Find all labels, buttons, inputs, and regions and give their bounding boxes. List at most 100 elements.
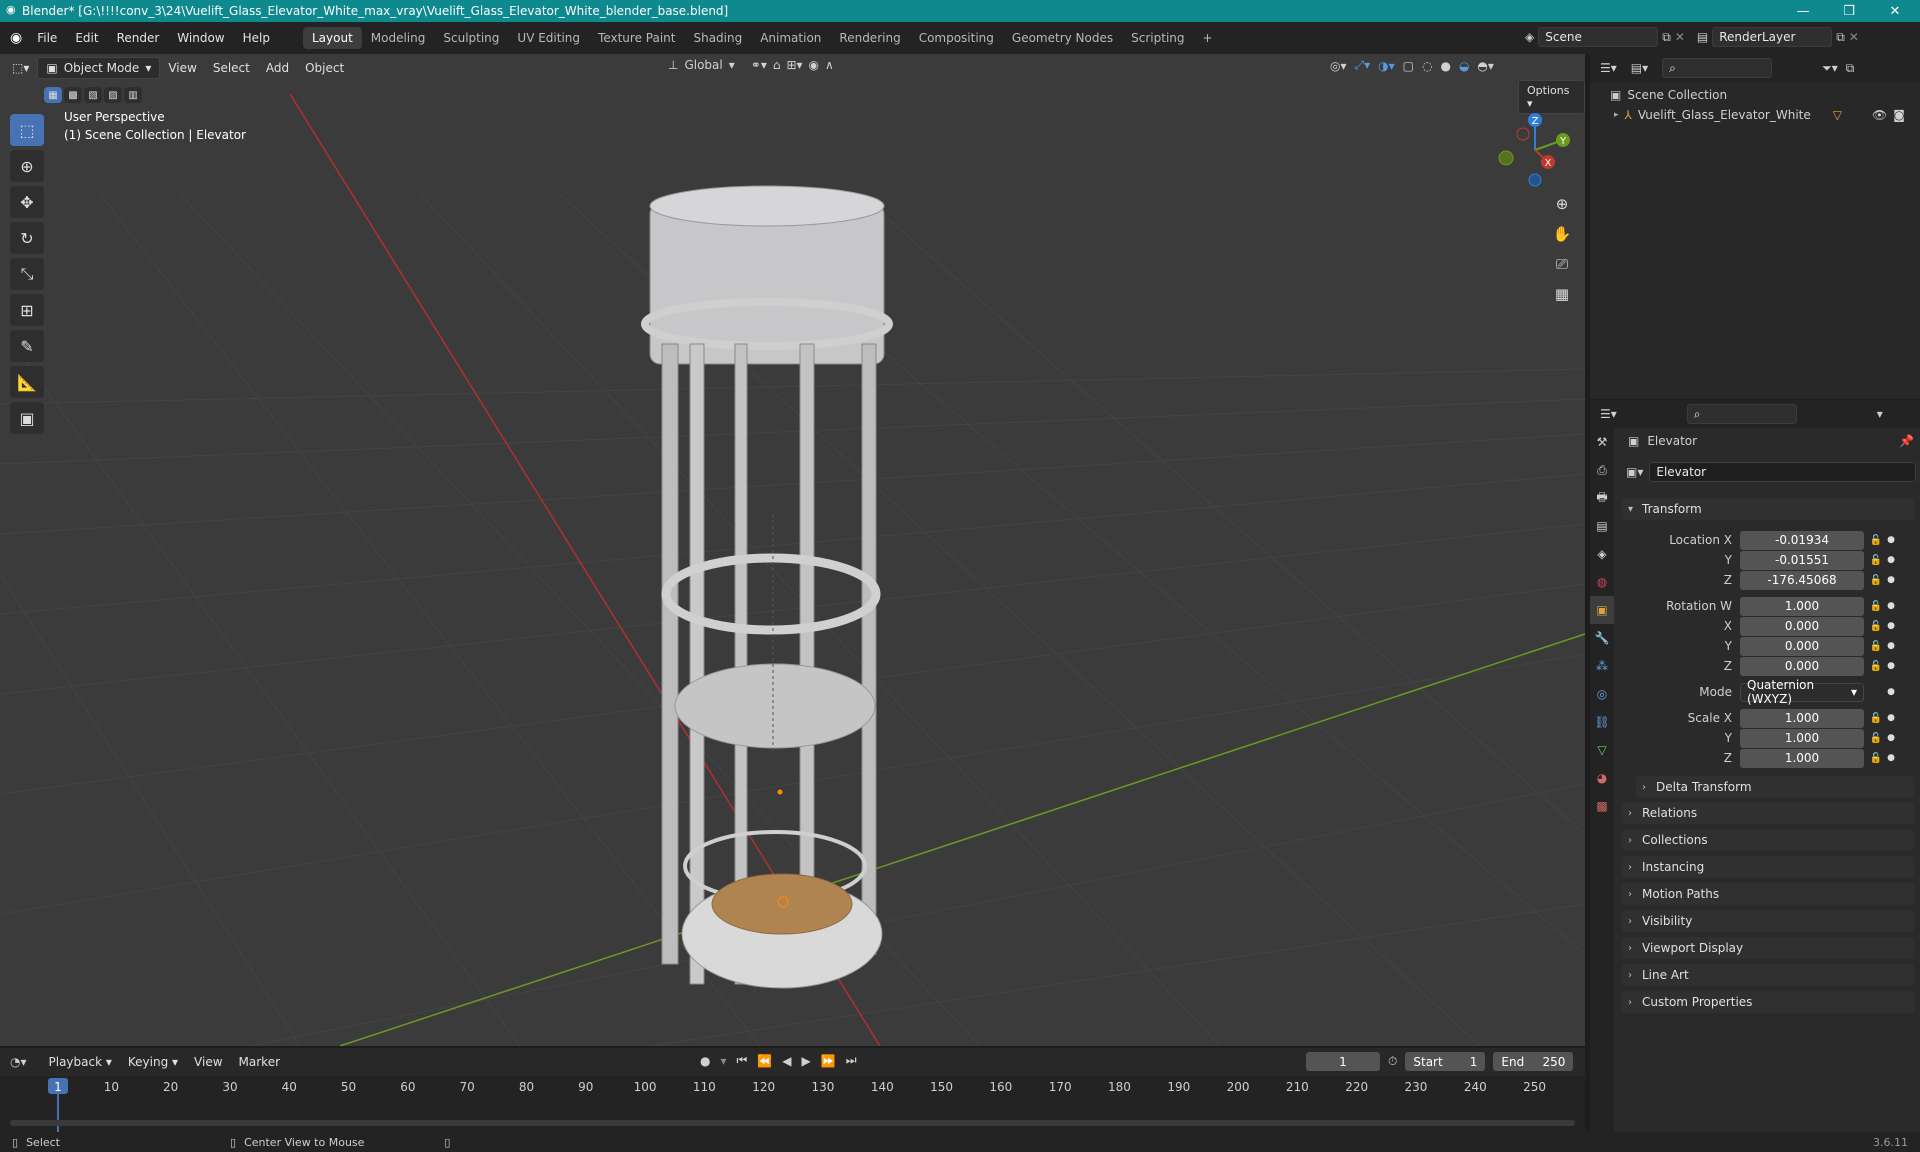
viewport-display-panel[interactable]: › Viewport Display [1622,937,1914,959]
lock-icon[interactable]: 🔓 [1868,535,1884,546]
lock-icon[interactable]: 🔓 [1868,555,1884,566]
view-layer-tab-icon[interactable]: ▤ [1590,512,1614,540]
overlay-icon[interactable]: ◑▾ [1378,59,1395,73]
keyframe-dot-icon[interactable]: ● [1884,661,1898,671]
3d-viewport[interactable]: ⬚▾ ▣ Object Mode ▾ View Select Add Objec… [0,54,1585,1046]
material-tab-icon[interactable]: ◕ [1590,764,1614,792]
keyframe-dot-icon[interactable]: ● [1884,555,1898,565]
transform-orientation[interactable]: Global [684,58,722,72]
editor-type-icon[interactable]: ☰▾ [1600,407,1617,421]
object-tab-icon[interactable]: ▣ [1590,596,1614,624]
lock-icon[interactable]: 🔓 [1868,575,1884,586]
keyframe-dot-icon[interactable]: ● [1884,753,1898,763]
falloff-icon[interactable]: ∧ [825,58,834,72]
visibility-panel[interactable]: › Visibility [1622,910,1914,932]
transform-icon[interactable]: ⊞ [10,294,44,326]
new-collection-icon[interactable]: ⧉ [1846,61,1855,76]
select-subtract-icon[interactable]: ▧ [84,87,102,103]
select-intersect-icon[interactable]: ▥ [124,87,142,103]
keyframe-dot-icon[interactable]: ● [1884,713,1898,723]
select-invert-icon[interactable]: ▨ [104,87,122,103]
modifier-tab-icon[interactable]: 🔧 [1590,624,1614,652]
keyframe-dot-icon[interactable]: ● [1884,687,1898,697]
render-tab-icon[interactable]: ⎙ [1590,456,1614,484]
lock-icon[interactable]: 🔓 [1868,753,1884,764]
lock-icon[interactable]: 🔓 [1868,733,1884,744]
rotation-z-field[interactable]: 0.000 [1740,656,1864,676]
elevator-model[interactable] [641,185,893,989]
properties-search-input[interactable]: ⌕ [1686,404,1797,424]
tab-uv-editing[interactable]: UV Editing [508,27,589,49]
close-icon[interactable]: ✕ [1872,0,1918,22]
delta-transform-panel[interactable]: › Delta Transform [1636,776,1914,798]
measure-icon[interactable]: 📐 [10,366,44,398]
lock-icon[interactable]: 🔓 [1868,713,1884,724]
menu-render[interactable]: Render [108,31,169,45]
viewport-canvas[interactable] [0,54,1585,1046]
scale-x-field[interactable]: 1.000 [1740,708,1864,728]
visibility-icon[interactable]: ◎▾ [1330,59,1347,73]
custom-properties-panel[interactable]: › Custom Properties [1622,991,1914,1013]
rotation-w-field[interactable]: 1.000 [1740,596,1864,616]
navigation-gizmo[interactable]: Z Y X [1490,110,1580,190]
line-art-panel[interactable]: › Line Art [1622,964,1914,986]
scene-tab-icon[interactable]: ◈ [1590,540,1614,568]
rotation-x-field[interactable]: 0.000 [1740,616,1864,636]
relations-panel[interactable]: › Relations [1622,802,1914,824]
tab-scripting[interactable]: Scripting [1122,27,1193,49]
chevron-down-icon[interactable]: ▾ [729,58,735,72]
snap-target-icon[interactable]: ⊞▾ [786,58,802,72]
cursor-icon[interactable]: ⊕ [10,150,44,182]
data-tab-icon[interactable]: ▽ [1590,736,1614,764]
location-z-field[interactable]: -176.45068 [1740,570,1864,590]
menu-object[interactable]: Object [297,58,352,78]
editor-type-icon[interactable]: ⬚▾ [4,58,37,78]
render-camera-icon[interactable]: ◙ [1893,108,1905,122]
keyframe-dot-icon[interactable]: ● [1884,601,1898,611]
menu-file[interactable]: File [28,31,66,45]
rotation-mode-dropdown[interactable]: Quaternion (WXYZ) ▾ [1740,678,1864,706]
mode-dropdown[interactable]: ▣ Object Mode ▾ [37,57,161,79]
eye-icon[interactable]: 👁 [1872,108,1887,122]
tab-modeling[interactable]: Modeling [362,27,435,49]
view-layer-field[interactable]: RenderLayer [1712,27,1833,47]
tab-geometry-nodes[interactable]: Geometry Nodes [1003,27,1122,49]
transform-panel-header[interactable]: ▾ Transform [1622,498,1914,520]
tool-tab-icon[interactable]: ⚒ [1590,428,1614,456]
new-view-layer-icon[interactable]: ⧉ [1836,30,1845,45]
editor-type-icon[interactable]: ☰▾ [1600,61,1617,75]
menu-view[interactable]: View [160,58,204,78]
world-tab-icon[interactable]: ◍ [1590,568,1614,596]
scale-z-field[interactable]: 1.000 [1740,748,1864,768]
tab-shading[interactable]: Shading [684,27,751,49]
output-tab-icon[interactable]: 🖶 [1590,484,1614,512]
object-name-input[interactable]: Elevator [1649,462,1916,482]
scale-icon[interactable]: ⤡ [10,258,44,290]
outliner-item[interactable]: ▸ ⅄ Vuelift_Glass_Elevator_White ▽ 👁 ◙ [1614,108,1914,122]
add-cube-icon[interactable]: ▣ [10,402,44,434]
select-extend-icon[interactable]: ▩ [64,87,82,103]
outliner-root[interactable]: ▣ Scene Collection [1610,88,1727,102]
menu-select[interactable]: Select [205,58,258,78]
annotate-icon[interactable]: ✎ [10,330,44,362]
timeline-scrollbar[interactable] [10,1120,1575,1126]
constraints-tab-icon[interactable]: ⛓ [1590,708,1614,736]
minimize-icon[interactable]: — [1780,0,1826,22]
menu-add[interactable]: Add [258,58,297,78]
gizmo-icon[interactable]: ⤢▾ [1355,58,1371,73]
lock-icon[interactable]: 🔓 [1868,641,1884,652]
scene-icon[interactable]: ◈ [1525,30,1534,44]
pan-hand-icon[interactable]: ✋ [1548,220,1576,248]
delete-view-layer-icon[interactable]: ✕ [1849,30,1859,44]
select-new-icon[interactable]: ▦ [44,87,62,103]
keyframe-dot-icon[interactable]: ● [1884,621,1898,631]
rendered-shading-icon[interactable]: ◓▾ [1477,59,1494,73]
select-box-icon[interactable]: ⬚ [10,114,44,146]
rotate-icon[interactable]: ↻ [10,222,44,254]
proportional-edit-icon[interactable]: ◉ [809,58,819,72]
scale-y-field[interactable]: 1.000 [1740,728,1864,748]
blender-menu-icon[interactable]: ◉ [10,30,22,46]
chevron-down-icon[interactable]: ▾ [1877,407,1883,421]
lock-icon[interactable]: 🔓 [1868,601,1884,612]
move-icon[interactable]: ✥ [10,186,44,218]
